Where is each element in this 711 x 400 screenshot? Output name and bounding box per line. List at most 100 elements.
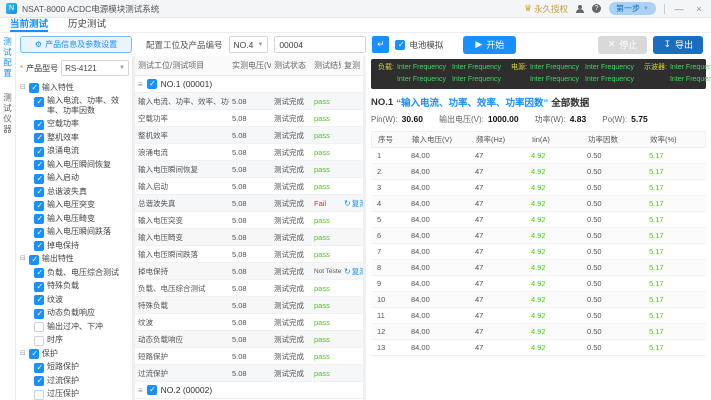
tree-checkbox[interactable] (34, 146, 44, 157)
table-row[interactable]: 总谐波失真 5.08 测试完成 Fail 复测 (135, 195, 363, 212)
tree-checkbox[interactable] (34, 96, 44, 107)
battery-sim-option[interactable]: 电池模拟 (395, 39, 443, 51)
detail-table-row[interactable]: 12 84.00 47 4.92 0.50 5.17 (371, 324, 706, 340)
tree-item[interactable]: ⊟ 纹波 (34, 293, 129, 307)
tree-item[interactable]: ⊟ 输入电压瞬间恢复 (34, 158, 129, 172)
tree-item[interactable]: ⊟ 动态负载响应 (34, 307, 129, 321)
tree-checkbox[interactable] (28, 83, 39, 93)
tree-item[interactable]: ⊟ 输入电流、功率、效率、功率因数 (34, 95, 129, 118)
tree-item[interactable]: ⊟ 输入电压瞬间跌落 (34, 226, 129, 240)
table-row[interactable]: 空载功率 5.08 测试完成 pass (135, 110, 363, 127)
table-row[interactable]: 浪涌电流 5.08 测试完成 pass (135, 144, 363, 161)
retest-button[interactable]: 复测 (344, 198, 363, 209)
detail-table-row[interactable]: 2 84.00 47 4.92 0.50 5.17 (371, 164, 706, 180)
tree-checkbox[interactable] (34, 308, 44, 319)
stop-button[interactable]: ✕ 停止 (597, 35, 648, 54)
tree-item[interactable]: ⊟ 过压保护 (34, 388, 129, 400)
collapse-icon[interactable]: ⊟ (20, 254, 26, 264)
table-row[interactable]: 掉电保持 5.08 测试完成 Not Tested 复测 (135, 263, 363, 280)
station-group-row-2[interactable]: ≡ NO.2 (00002) (135, 382, 363, 399)
tree-item[interactable]: ⊟ 过流保护 (34, 374, 129, 388)
tree-item[interactable]: ⊟ 整机效率 (34, 131, 129, 145)
tree-checkbox[interactable] (34, 200, 44, 211)
table-row[interactable]: 输入电压畸变 5.08 测试完成 pass (135, 229, 363, 246)
detail-table-row[interactable]: 5 84.00 47 4.92 0.50 5.17 (371, 212, 706, 228)
station-select[interactable]: NO.4 ▼ (228, 36, 269, 53)
table-row[interactable]: 过流保护 5.08 测试完成 pass (135, 365, 363, 382)
tree-item[interactable]: ⊟ 输入特性 (20, 81, 129, 95)
tree-checkbox[interactable] (34, 187, 44, 197)
tree-checkbox[interactable] (34, 173, 44, 184)
confirm-enter-button[interactable]: ↵ (372, 36, 390, 53)
tree-checkbox[interactable] (34, 241, 44, 251)
detail-table-row[interactable]: 10 84.00 47 4.92 0.50 5.17 (371, 292, 706, 308)
tree-checkbox[interactable] (28, 254, 39, 265)
tree-item[interactable]: ⊟ 输入启动 (34, 172, 129, 186)
export-button[interactable]: ↧ 导出 (653, 35, 703, 54)
help-icon[interactable]: ? (592, 4, 602, 13)
tree-checkbox[interactable] (34, 133, 44, 143)
tree-checkbox[interactable] (34, 227, 44, 238)
collapse-icon[interactable]: ⊟ (20, 349, 26, 359)
tree-item[interactable]: ⊟ 输入电压畸变 (34, 212, 129, 226)
minimize-button[interactable]: — (673, 4, 685, 14)
table-row[interactable]: 输入电压瞬间跌落 5.08 测试完成 pass (135, 246, 363, 263)
detail-table-row[interactable]: 8 84.00 47 4.92 0.50 5.17 (371, 260, 706, 276)
tree-checkbox[interactable] (34, 160, 44, 170)
vertical-tab-test-config[interactable]: 测试配置 (2, 37, 14, 79)
detail-table-row[interactable]: 11 84.00 47 4.92 0.50 5.17 (371, 308, 706, 324)
tree-checkbox[interactable] (34, 295, 44, 305)
tree-item[interactable]: ⊟ 负载、电压综合测试 (34, 266, 129, 280)
tree-checkbox[interactable] (34, 214, 44, 224)
tree-item[interactable]: ⊟ 掉电保持 (34, 239, 129, 253)
collapse-icon[interactable]: ⊟ (20, 83, 26, 93)
table-row[interactable]: 输入电压瞬间恢复 5.08 测试完成 pass (135, 161, 363, 178)
tree-checkbox[interactable] (34, 389, 44, 400)
product-no-input[interactable]: 00004 (274, 36, 367, 53)
detail-table-row[interactable]: 7 84.00 47 4.92 0.50 5.17 (371, 244, 706, 260)
model-select[interactable]: RS-4121 ▼ (61, 60, 129, 76)
tab-current-test[interactable]: 当前测试 (10, 18, 49, 32)
vertical-tab-instruments[interactable]: 测试仪器 (2, 93, 14, 135)
close-button[interactable]: × (693, 4, 705, 14)
table-row[interactable]: 短路保护 5.08 测试完成 pass (135, 348, 363, 365)
tree-checkbox[interactable] (34, 376, 44, 386)
table-row[interactable]: 负载、电压综合测试 5.08 测试完成 pass (135, 280, 363, 297)
tab-history-test[interactable]: 历史测试 (68, 18, 106, 32)
table-row[interactable]: 动态负载响应 5.08 测试完成 pass (135, 331, 363, 348)
theme-dropdown[interactable]: 第一步 ▼ (609, 2, 656, 15)
tree-item[interactable]: ⊟ 特殊负载 (34, 280, 129, 294)
tree-checkbox[interactable] (34, 322, 44, 332)
battery-sim-checkbox[interactable] (395, 39, 406, 50)
table-row[interactable]: 纹波 5.08 测试完成 pass (135, 314, 363, 331)
tree-item[interactable]: ⊟ 保护 (20, 347, 129, 361)
detail-table-row[interactable]: 4 84.00 47 4.92 0.50 5.17 (371, 196, 706, 212)
tree-item[interactable]: ⊟ 总谐波失真 (34, 185, 129, 199)
detail-table-row[interactable]: 1 84.00 47 4.92 0.50 5.17 (371, 148, 706, 164)
detail-table-row[interactable]: 9 84.00 47 4.92 0.50 5.17 (371, 276, 706, 292)
tree-item[interactable]: ⊟ 输出过冲、下冲 (34, 320, 129, 334)
tree-checkbox[interactable] (34, 119, 44, 130)
tree-checkbox[interactable] (28, 349, 39, 359)
table-row[interactable]: 整机效率 5.08 测试完成 pass (135, 127, 363, 144)
group-checkbox[interactable] (146, 385, 157, 395)
table-row[interactable]: 特殊负载 5.08 测试完成 pass (135, 297, 363, 314)
table-row[interactable]: 输入电流、功率、效率、功率因数 5.08 测试完成 pass (135, 93, 363, 110)
group-checkbox[interactable] (146, 79, 157, 89)
tree-checkbox[interactable] (34, 281, 44, 292)
tree-checkbox[interactable] (34, 335, 44, 346)
tree-item[interactable]: ⊟ 输入电压突变 (34, 199, 129, 213)
retest-button[interactable]: 复测 (344, 266, 363, 277)
menu-icon[interactable]: ≡ (138, 386, 143, 395)
start-button[interactable]: ▶ 开始 (463, 35, 517, 54)
product-settings-button[interactable]: ⚙ 产品信息及参数设置 (20, 36, 132, 53)
tree-checkbox[interactable] (34, 268, 44, 278)
tree-item[interactable]: ⊟ 浪涌电流 (34, 145, 129, 159)
user-icon[interactable] (576, 4, 585, 13)
tree-item[interactable]: ⊟ 空载功率 (34, 118, 129, 132)
detail-table-row[interactable]: 3 84.00 47 4.92 0.50 5.17 (371, 180, 706, 196)
station-group-row-1[interactable]: ≡ NO.1 (00001) (135, 76, 363, 93)
menu-icon[interactable]: ≡ (138, 80, 143, 89)
detail-table-row[interactable]: 13 84.00 47 4.92 0.50 5.17 (371, 340, 706, 356)
tree-checkbox[interactable] (34, 362, 44, 373)
